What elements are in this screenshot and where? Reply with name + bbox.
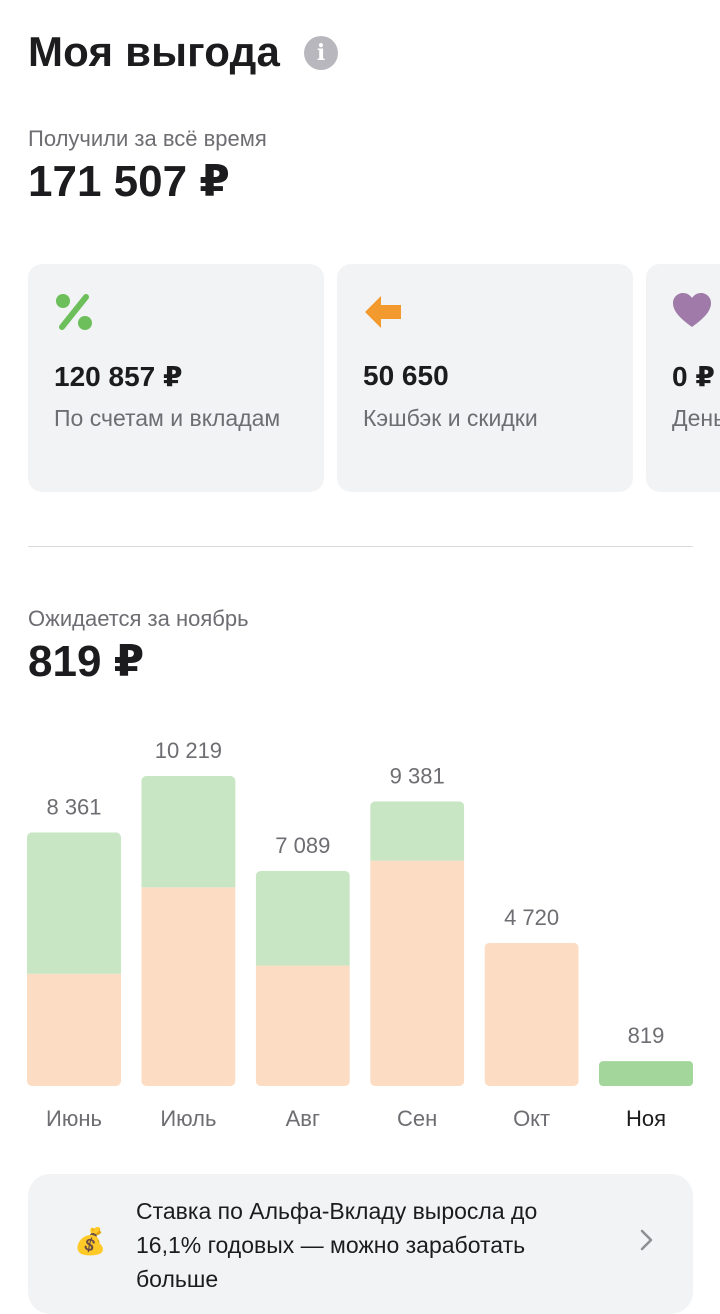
month-label[interactable]: Июль — [160, 1106, 216, 1131]
money-bag-icon: 💰 — [74, 1226, 107, 1256]
deposit-promo-banner[interactable]: 💰 Ставка по Альфа-Вкладу выросла до 16,1… — [28, 1174, 693, 1314]
bar-Сен[interactable] — [370, 801, 465, 1086]
bar-value-label: 9 381 — [390, 763, 445, 788]
bar-Июль[interactable] — [141, 776, 236, 1086]
bar-segment-1 — [27, 832, 121, 974]
card-value: 120 857 ₽ — [54, 361, 183, 392]
page-title: Моя выгода — [28, 28, 281, 75]
bar-segment-1 — [255, 870, 350, 966]
card-label: Деньги за друзей — [672, 405, 720, 431]
bar-Ноя[interactable] — [599, 1061, 693, 1086]
card-label: Кэшбэк и скидки — [363, 405, 538, 431]
expected-label: Ожидается за ноябрь — [28, 606, 249, 631]
bar-segment-0 — [27, 973, 121, 1086]
total-label: Получили за всё время — [28, 126, 267, 151]
bar-Окт[interactable] — [484, 942, 579, 1086]
card-referrals[interactable]: 0 ₽ Деньги за друзей — [646, 264, 720, 492]
month-label[interactable]: Сен — [397, 1106, 437, 1131]
divider — [28, 546, 693, 547]
card-cashback[interactable]: 50 650 Кэшбэк и скидки — [337, 264, 633, 492]
monthly-benefit-chart: 8 361 Июнь 10 219 Июль 7 089 Авг 9 381 Сен 4 720… — [27, 738, 693, 1131]
bar-Авг[interactable] — [255, 870, 350, 1086]
card-label: По счетам и вкладам — [54, 405, 281, 431]
bar-value-label: 8 361 — [46, 794, 101, 819]
bar-segment-0 — [370, 860, 465, 1086]
chevron-right-icon — [640, 1229, 653, 1251]
bar-segment-0 — [141, 887, 236, 1086]
header: Моя выгода i — [28, 28, 339, 76]
bar-segment-1 — [370, 801, 465, 861]
bar-value-label: 819 — [628, 1023, 665, 1048]
card-accounts[interactable]: 120 857 ₽ По счетам и вкладам — [28, 264, 324, 492]
bar-segment-0 — [255, 965, 350, 1086]
total-value: 171 507 ₽ — [28, 157, 230, 206]
bar-value-label: 10 219 — [155, 738, 222, 763]
month-label[interactable]: Авг — [286, 1106, 320, 1131]
benefit-cards: 120 857 ₽ По счетам и вкладам 50 650 Кэш… — [28, 264, 720, 492]
bar-segment-0 — [484, 942, 579, 1086]
month-label[interactable]: Июнь — [46, 1106, 102, 1131]
month-label[interactable]: Окт — [513, 1106, 550, 1131]
bar-value-label: 4 720 — [504, 905, 559, 930]
expected-value: 819 ₽ — [28, 637, 145, 686]
month-label[interactable]: Ноя — [626, 1106, 666, 1131]
bar-Июнь[interactable] — [27, 832, 121, 1086]
bar-value-label: 7 089 — [275, 833, 330, 858]
bar-segment-1 — [141, 776, 236, 888]
heart-icon — [673, 293, 711, 327]
percent-icon — [56, 294, 92, 330]
info-icon[interactable]: i — [304, 36, 339, 70]
card-value: 50 650 — [363, 360, 449, 391]
card-value: 0 ₽ — [672, 361, 715, 392]
arrow-left-icon — [365, 296, 401, 328]
banner-text: Ставка по Альфа-Вкладу выросла до 16,1% … — [136, 1198, 538, 1292]
